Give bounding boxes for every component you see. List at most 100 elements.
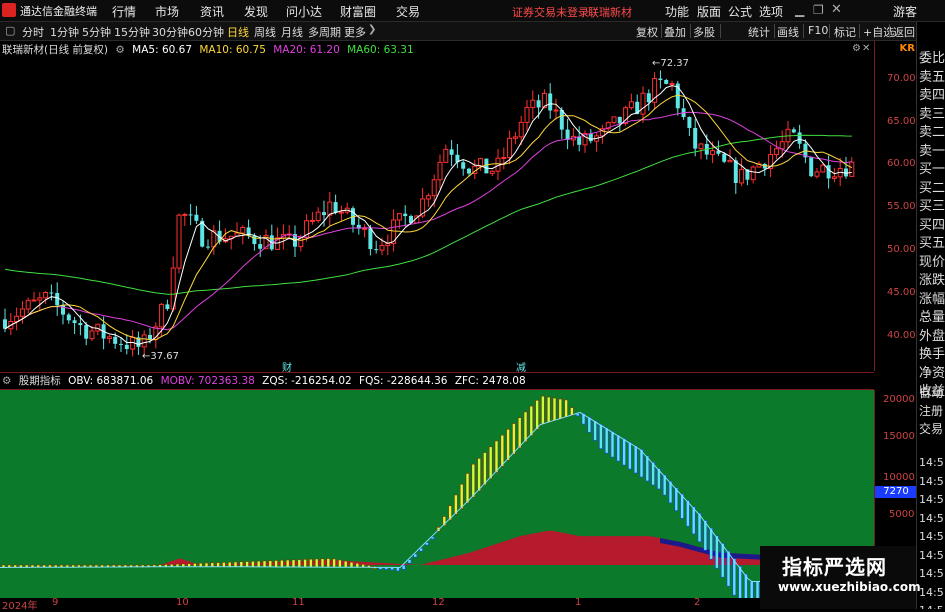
period-30min[interactable]: 30分钟 [152,24,188,40]
obv-ribbon-bar [726,550,731,587]
candle-body [478,158,484,167]
menu-banmian[interactable]: 版面 [697,3,721,20]
tool-diejia[interactable]: 叠加 [664,24,686,40]
box-icon[interactable]: ▢ [5,24,15,37]
panel-action-item[interactable]: 交易 [919,420,943,437]
watermark-title: 指标严选网 [782,555,887,579]
menu-caifuquan[interactable]: 财富圈 [340,3,376,20]
gear-icon[interactable]: ⚙ [115,44,124,56]
current-stock-notice: 联瑞新材 [588,6,632,19]
candle-body [507,137,513,158]
obv-ribbon-bar [338,559,342,568]
period-60min[interactable]: 60分钟 [188,24,224,40]
panel-action-item[interactable]: 注册 [919,402,943,419]
candle-body [338,211,344,214]
period-monthly[interactable]: 月线 [281,24,303,40]
ind-tick: 15000 [883,431,915,442]
trade-time: 14:5 [919,567,944,580]
quote-field-label: 卖二 [919,125,945,140]
time-tick: 12 [432,597,445,608]
candlestick-chart[interactable] [0,41,874,371]
period-multi[interactable]: 多周期 [308,24,341,40]
tool-f10[interactable]: F10 [808,24,828,37]
menu-faxian[interactable]: 发现 [244,3,268,20]
period-1min[interactable]: 1分钟 [50,24,79,40]
menu-wenxiaoda[interactable]: 问小达 [286,3,322,20]
obv-ribbon-bar [599,424,603,449]
period-more[interactable]: 更多 [344,24,366,40]
menu-zixun[interactable]: 资讯 [200,3,224,20]
ma5-value: MA5: 60.67 [132,44,192,56]
tool-fuquan[interactable]: 复权 [636,24,658,40]
menu-gongneng[interactable]: 功能 [665,3,689,20]
close-chart-icon[interactable]: ✕ [862,43,870,54]
candle-body [518,121,524,138]
candle-body [461,162,466,169]
candle-body [617,116,622,124]
price-tick: 65.00 [887,116,916,127]
candle-body [611,116,617,124]
menu-hangqing[interactable]: 行情 [112,3,136,20]
gear-icon[interactable]: ⚙ [2,375,11,387]
obv-ribbon-bar [280,559,284,568]
time-tick: 2024年 [2,601,38,612]
zfc-value: ZFC: 2478.08 [454,375,526,387]
candle-body [252,235,257,245]
panel-action-item[interactable]: 自动 [919,384,943,401]
quote-field-label: 卖四 [919,88,945,103]
maximize-icon[interactable]: ❐ [813,3,824,17]
tool-biaoji[interactable]: 标记 [834,24,856,40]
obv-ribbon-bar [425,542,429,546]
trade-time: 14:5 [919,493,944,506]
candle-body [49,292,54,294]
ma-legend: 联瑞新材(日线 前复权) ⚙ MA5: 60.67 MA10: 60.75 MA… [2,42,418,56]
menu-xuanxiang[interactable]: 选项 [759,3,783,20]
tool-tongji[interactable]: 统计 [748,24,770,40]
chevron-right-icon[interactable]: ❯ [368,24,376,35]
period-weekly[interactable]: 周线 [254,24,276,40]
period-daily[interactable]: 日线 [227,24,249,40]
period-5min[interactable]: 5分钟 [82,24,111,40]
quote-field-label: 净资 [919,365,945,381]
candle-body [559,110,564,130]
candle-body [530,99,536,108]
candle-body [831,176,837,179]
obv-ribbon-bar [407,559,412,564]
indicator-chart[interactable] [0,390,874,598]
menu-jiaoyi[interactable]: 交易 [396,3,420,20]
obv-ribbon-bar [709,527,713,560]
obv-ribbon-bar [506,429,510,461]
ind-tick: 10000 [883,472,915,483]
menu-gongshi[interactable]: 公式 [728,3,752,20]
minimize-icon[interactable]: ▁ [795,3,804,17]
obv-ribbon-bar [529,405,534,436]
quote-field-label: 卖一 [919,143,945,159]
indicator-name[interactable]: 股期指标 [19,375,61,387]
obv-ribbon-bar [233,561,238,568]
close-icon[interactable]: ✕ [831,2,842,17]
tool-fanhui[interactable]: 返回 [893,24,915,40]
period-fenshi[interactable]: 分时 [22,24,44,40]
candle-body [733,160,738,183]
obv-ribbon-bar [512,423,516,455]
menu-shichang[interactable]: 市场 [155,3,179,20]
candle-body [669,83,675,86]
guest-label[interactable]: 游客 [893,3,917,20]
app-title: 通达信金融终端 [20,5,97,18]
obv-ribbon-bar [680,493,684,519]
tool-duogu[interactable]: 多股 [693,24,715,40]
obv-ribbon-bar [593,420,597,441]
quote-field-label: 涨幅 [919,291,945,307]
login-notice[interactable]: 证券交易未登录 [512,4,589,20]
obv-ribbon-bar [251,560,255,568]
tool-huaxian[interactable]: 画线 [777,24,799,40]
candle-body [113,336,118,344]
obv-ribbon-bar [483,452,487,486]
quote-field-label: 涨跌 [919,273,945,288]
candle-body [484,158,489,174]
candle-body [84,325,89,339]
period-15min[interactable]: 15分钟 [114,24,150,40]
ma60-value: MA60: 63.31 [347,44,414,56]
obv-ribbon-bar [523,411,528,443]
settings-icon[interactable]: ⚙ [852,43,861,54]
